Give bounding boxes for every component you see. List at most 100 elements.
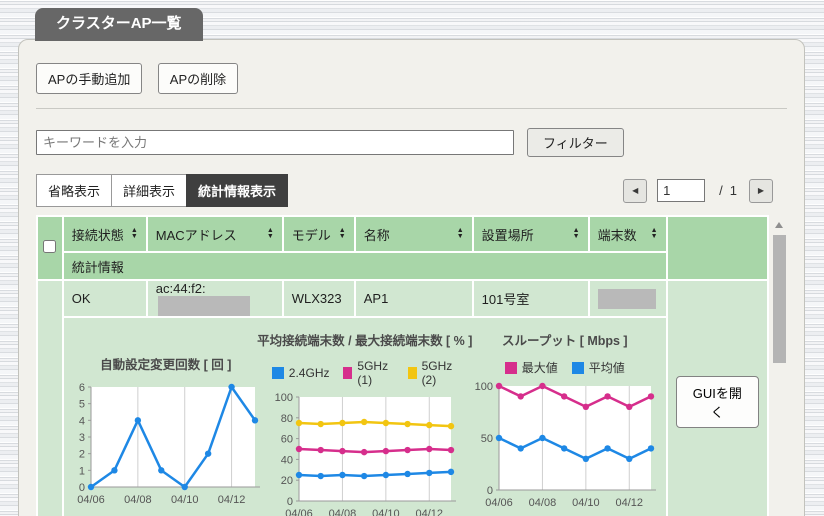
legend-item: 平均値: [571, 359, 625, 376]
svg-text:04/06: 04/06: [285, 508, 313, 516]
svg-text:0: 0: [487, 485, 493, 497]
stats-subheader: 統計情報: [63, 253, 666, 279]
view-tabs: 省略表示 詳細表示 統計情報表示: [36, 174, 289, 207]
chart-plot: 100 50 004/06 04/08 04/10 04/12: [474, 381, 656, 509]
table-wrap: 接続状態 MACアドレス モデル 名称: [36, 215, 787, 516]
select-all-checkbox[interactable]: [43, 240, 57, 253]
sort-icon[interactable]: [457, 228, 464, 240]
legend-swatch-icon: [271, 367, 284, 379]
add-ap-button[interactable]: APの手動追加: [36, 63, 143, 94]
chart-auto-config-changes: 自動設定変更回数 [ 回 ] 6 5 4 3 2 1 0 04/06 04/08 04/10 04/1…: [70, 318, 262, 516]
mac-address-redacted: [157, 296, 250, 316]
legend-item: 2.4GHz: [271, 366, 330, 380]
svg-text:1: 1: [79, 465, 85, 477]
page-title: クラスターAP一覧: [35, 8, 203, 41]
legend-item: 5GHz (1): [343, 359, 393, 387]
chart-title: スループット [ Mbps ]: [501, 334, 628, 348]
tab-statistics-view[interactable]: 統計情報表示: [186, 174, 289, 207]
column-header-location: 設置場所: [473, 217, 588, 251]
sort-icon[interactable]: [339, 228, 346, 240]
chart-throughput: スループット [ Mbps ] 最大値 平均値 100 50 0 04/06 04/08 04/…: [472, 318, 658, 516]
chart-plot: 100 80 60 40 20 004/06 04/08 04/10 04/12: [274, 392, 456, 516]
legend-label: 5GHz (2): [421, 359, 453, 387]
legend-label: 5GHz (1): [357, 359, 389, 387]
svg-text:04/12: 04/12: [218, 494, 246, 506]
search-row: フィルター: [36, 128, 787, 157]
legend-swatch-icon: [407, 367, 417, 379]
svg-text:04/06: 04/06: [485, 497, 513, 509]
column-header-status: 接続状態: [63, 217, 146, 251]
svg-text:5: 5: [79, 399, 85, 411]
svg-text:3: 3: [79, 432, 85, 444]
chart-title: 平均接続端末数 / 最大接続端末数 [ % ]: [257, 334, 473, 348]
cell-terminal-count: [589, 281, 666, 316]
cell-model: WLX323: [283, 281, 354, 316]
prev-page-button[interactable]: [623, 178, 648, 203]
svg-text:04/10: 04/10: [372, 508, 400, 516]
cell-name: AP1: [355, 281, 472, 316]
svg-text:04/12: 04/12: [615, 497, 643, 509]
table-row: OK ac:44:f2: WLX323 AP1 101号室 GUIを開く: [38, 281, 768, 516]
cell-status: OK: [63, 281, 146, 316]
legend-swatch-icon: [504, 361, 517, 374]
svg-text:04/08: 04/08: [124, 494, 152, 506]
sort-icon[interactable]: [131, 228, 138, 240]
column-header-actions: [667, 217, 768, 279]
svg-text:100: 100: [474, 381, 492, 393]
tab-detail-view[interactable]: 詳細表示: [111, 174, 188, 207]
cell-mac-address: ac:44:f2:: [147, 281, 282, 316]
page-number-input[interactable]: [657, 179, 706, 202]
sort-icon[interactable]: [267, 228, 274, 240]
column-header-mac-address: MACアドレス: [147, 217, 282, 251]
svg-text:6: 6: [79, 382, 85, 394]
svg-text:04/08: 04/08: [328, 508, 356, 516]
svg-text:2: 2: [79, 449, 85, 461]
chart-title: 自動設定変更回数 [ 回 ]: [100, 358, 232, 372]
legend-label: 平均値: [588, 361, 625, 375]
svg-text:0: 0: [79, 482, 85, 494]
divider: [36, 108, 787, 109]
table-scrollbar[interactable]: [771, 215, 787, 516]
svg-text:04/08: 04/08: [528, 497, 556, 509]
keyword-search-input[interactable]: [36, 130, 514, 155]
charts-row: 自動設定変更回数 [ 回 ] 6 5 4 3 2 1 0 04/06 04/08 04/10 04/1…: [38, 318, 767, 516]
svg-text:4: 4: [79, 415, 85, 427]
page-separator: /: [719, 183, 723, 198]
sort-icon[interactable]: [573, 228, 580, 240]
toolbar: APの手動追加 APの削除: [36, 63, 787, 94]
scrollbar-thumb[interactable]: [772, 235, 786, 363]
charts-cell: 自動設定変更回数 [ 回 ] 6 5 4 3 2 1 0 04/06 04/08 04/10 04/1…: [63, 318, 666, 516]
legend-item: 最大値: [504, 359, 558, 376]
legend-swatch-icon: [343, 367, 353, 379]
svg-text:50: 50: [481, 433, 493, 445]
svg-text:40: 40: [281, 454, 293, 466]
terminal-count-redacted: [597, 288, 656, 309]
legend-label: 2.4GHz: [288, 366, 330, 380]
open-gui-button[interactable]: GUIを開く: [675, 376, 760, 428]
next-page-button[interactable]: [749, 178, 773, 203]
svg-text:100: 100: [274, 392, 292, 404]
svg-text:04/10: 04/10: [572, 497, 600, 509]
column-header-terminal-count: 端末数: [589, 217, 666, 251]
legend-label: 最大値: [521, 361, 558, 375]
chart-legend: 最大値 平均値: [504, 359, 625, 376]
page-background: クラスターAP一覧 APの手動追加 APの削除 フィルター 省略表示 詳細表示 …: [0, 0, 824, 516]
column-header-model: モデル: [283, 217, 354, 251]
svg-text:80: 80: [281, 413, 293, 425]
chart-legend: 2.4GHz 5GHz (1) 5GHz (2): [271, 359, 458, 387]
column-header-name: 名称: [355, 217, 472, 251]
select-all-cell: [38, 217, 62, 279]
chart-connected-terminals: 平均接続端末数 / 最大接続端末数 [ % ] 2.4GHz 5GHz (1) 5GH…: [257, 318, 472, 516]
delete-ap-button[interactable]: APの削除: [157, 63, 239, 94]
legend-item: 5GHz (2): [407, 359, 458, 387]
tab-summary-view[interactable]: 省略表示: [36, 174, 113, 207]
svg-text:20: 20: [281, 475, 293, 487]
chart-plot: 6 5 4 3 2 1 004/06 04/08 04/10 04/12: [77, 382, 260, 506]
cell-actions: GUIを開く: [667, 281, 768, 516]
page-total: 1: [729, 183, 737, 198]
svg-text:04/06: 04/06: [77, 494, 105, 506]
sort-icon[interactable]: [651, 228, 658, 240]
scroll-up-icon[interactable]: [775, 222, 783, 228]
pagination: / 1: [623, 178, 773, 203]
filter-button[interactable]: フィルター: [527, 128, 624, 157]
